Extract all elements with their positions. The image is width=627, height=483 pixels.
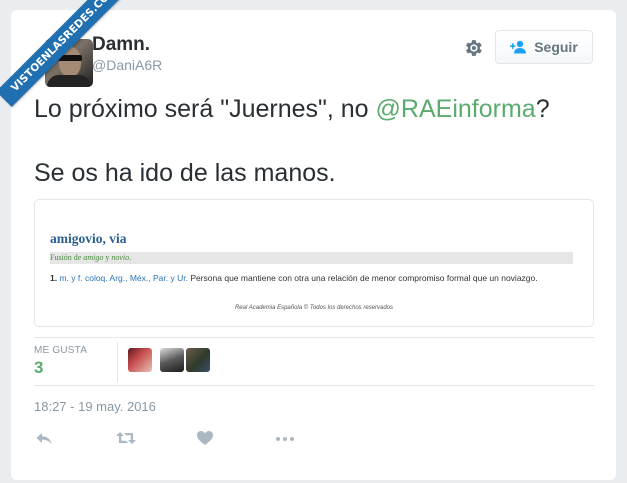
settings-gear-icon[interactable] xyxy=(462,37,484,59)
tweet-text-after: ? xyxy=(535,95,550,123)
reply-icon xyxy=(36,433,52,445)
like-button[interactable] xyxy=(196,429,214,447)
dictionary-etymology: Fusión de amigo y novio. xyxy=(50,253,132,262)
dictionary-definition: 1. m. y f. coloq. Arg., Méx., Par. y Ur.… xyxy=(50,273,538,283)
tweet-text-line1: Lo próximo será "Juernes", no @RAEinform… xyxy=(34,94,550,124)
mention-link[interactable]: @RAEinforma xyxy=(376,95,536,123)
more-icon xyxy=(276,437,294,441)
liker-avatar[interactable] xyxy=(186,348,210,372)
tweet-text-before: Lo próximo será "Juernes", no xyxy=(34,95,376,123)
retweet-button[interactable] xyxy=(115,429,137,447)
follow-button[interactable]: Seguir xyxy=(495,30,593,64)
liker-avatar[interactable] xyxy=(128,348,152,372)
likes-label[interactable]: ME GUSTA xyxy=(34,345,87,356)
dictionary-headword: amigovio, via xyxy=(50,231,127,246)
stats-divider xyxy=(117,342,118,382)
dictionary-copyright: Real Academia Española © Todos los derec… xyxy=(234,305,394,311)
author-handle[interactable]: @DaniA6R xyxy=(92,57,162,73)
attached-image[interactable]: amigovio, via Fusión de amigo y novio. 1… xyxy=(34,199,594,327)
retweet-icon xyxy=(116,432,136,444)
divider xyxy=(34,385,594,386)
likes-count[interactable]: 3 xyxy=(34,358,43,378)
divider xyxy=(34,337,594,338)
follow-button-label: Seguir xyxy=(534,39,578,55)
follow-user-icon xyxy=(510,40,527,54)
like-heart-icon xyxy=(197,431,213,445)
author-name[interactable]: Damn. xyxy=(92,34,150,56)
reply-button[interactable] xyxy=(35,429,53,447)
liker-avatar[interactable] xyxy=(160,348,184,372)
timestamp[interactable]: 18:27 - 19 may. 2016 xyxy=(34,399,156,414)
more-button[interactable] xyxy=(275,429,295,447)
tweet-text-line2: Se os ha ido de las manos. xyxy=(34,159,336,187)
